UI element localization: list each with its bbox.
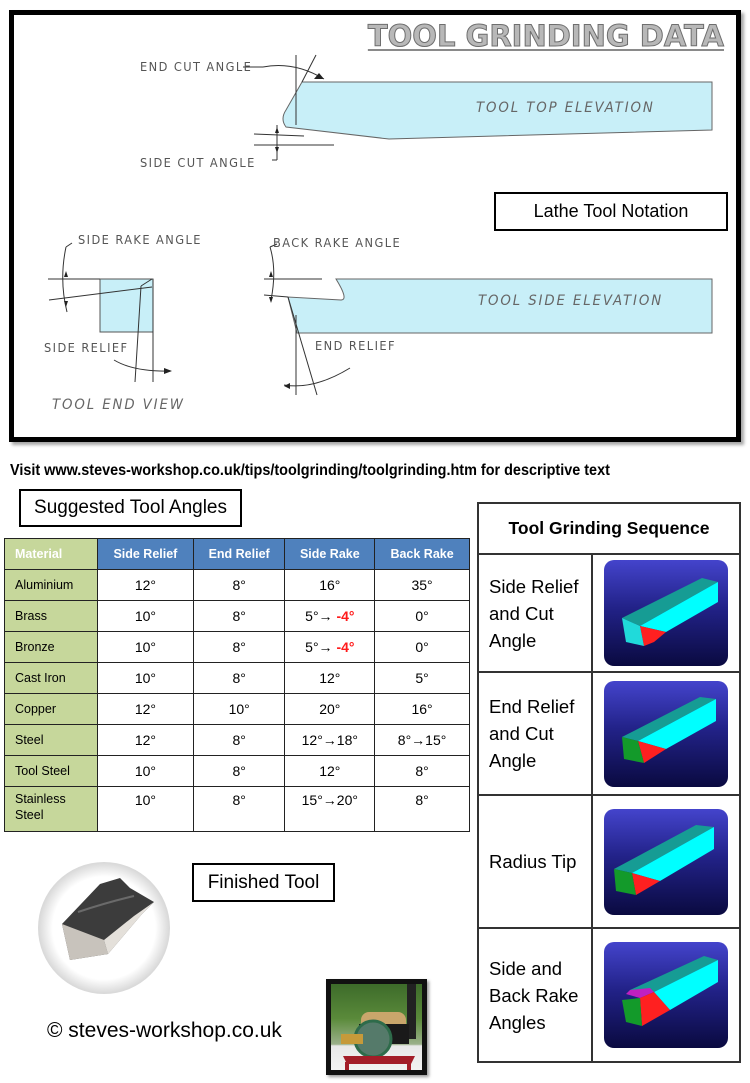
- finished-tool-label: Finished Tool: [192, 863, 335, 902]
- sequence-step: Side Relief and Cut Angle: [477, 553, 741, 673]
- side-relief-cell: 10°: [97, 662, 194, 694]
- sequence-step: End Relief and Cut Angle: [477, 671, 741, 796]
- side-rake-value: 12°: [319, 763, 341, 779]
- tool-side-elevation-label: TOOL SIDE ELEVATION: [478, 293, 664, 309]
- end-relief-label: END RELIEF: [315, 339, 396, 353]
- side-relief-cell: 10°: [97, 631, 194, 663]
- side-rake-cell: 20°: [284, 693, 376, 725]
- material-cell: Cast Iron: [4, 662, 98, 694]
- side-rake-cell: 5°→ -4°: [284, 631, 376, 663]
- side-relief-cell: 12°: [97, 724, 194, 756]
- material-cell: Copper: [4, 693, 98, 725]
- side-relief-cell: 12°: [97, 693, 194, 725]
- column-header-end-relief: End Relief: [192, 538, 286, 570]
- tool-angles-table: Material Side Relief End Relief Side Rak…: [4, 538, 470, 832]
- tool-blank-radius-tip-icon: [604, 808, 728, 915]
- sequence-step-label: End Relief and Cut Angle: [477, 671, 593, 796]
- material-cell: Bronze: [4, 631, 98, 663]
- sequence-step: Side and Back Rake Angles: [477, 927, 741, 1063]
- sequence-step: Radius Tip: [477, 794, 741, 929]
- back-rake-angle-label: BACK RAKE ANGLE: [273, 236, 402, 250]
- end-cut-angle-label: END CUT ANGLE: [140, 60, 253, 74]
- tool-blank-side-relief-icon: [604, 560, 728, 666]
- material-cell: Steel: [4, 724, 98, 756]
- side-cut-angle-label: SIDE CUT ANGLE: [140, 156, 256, 170]
- copyright-text: © steves-workshop.co.uk: [47, 1019, 282, 1042]
- side-rake-cell: 12°: [284, 755, 376, 787]
- table-row: Steel 12° 8° 12°→18° 8°→15°: [4, 724, 470, 756]
- end-relief-cell: 8°: [192, 631, 286, 663]
- end-relief-cell: 8°: [192, 569, 286, 601]
- side-rake-value: 5°→: [305, 639, 337, 655]
- sequence-step-label: Side Relief and Cut Angle: [477, 553, 593, 673]
- table-row: Stainless Steel 10° 8° 15°→20° 8°: [4, 786, 470, 832]
- side-rake-negative-value: -4°: [336, 608, 355, 624]
- side-rake-cell: 12°→18°: [284, 724, 376, 756]
- side-rake-cell: 15°→20°: [284, 786, 376, 832]
- column-header-material: Material: [4, 538, 98, 570]
- side-rake-value: 5°→: [305, 608, 337, 624]
- side-relief-cell: 12°: [97, 569, 194, 601]
- side-rake-value: 12°→18°: [301, 732, 358, 748]
- page-title: TOOL GRINDING DATA: [367, 19, 724, 54]
- table-row: Aluminium 12° 8° 16° 35°: [4, 569, 470, 601]
- tool-end-view-label: TOOL END VIEW: [52, 397, 185, 413]
- side-relief-label: SIDE RELIEF: [44, 341, 129, 355]
- side-rake-angle-label: SIDE RAKE ANGLE: [78, 233, 202, 247]
- material-cell: Stainless Steel: [4, 786, 98, 832]
- end-relief-cell: 8°: [192, 600, 286, 632]
- side-rake-cell: 12°: [284, 662, 376, 694]
- end-relief-cell: 8°: [192, 755, 286, 787]
- table-row: Brass 10° 8° 5°→ -4° 0°: [4, 600, 470, 632]
- finished-tool-photo: [38, 862, 170, 994]
- end-relief-cell: 8°: [192, 724, 286, 756]
- side-relief-cell: 10°: [97, 600, 194, 632]
- side-rake-value: 12°: [319, 670, 341, 686]
- sequence-step-label: Radius Tip: [477, 794, 593, 929]
- grinding-sequence-table: Tool Grinding Sequence Side Relief and C…: [477, 502, 741, 1063]
- tool-top-elevation-label: TOOL TOP ELEVATION: [476, 100, 655, 116]
- side-rake-value: 20°: [319, 701, 341, 717]
- end-relief-cell: 8°: [192, 786, 286, 832]
- lathe-tool-notation-label: Lathe Tool Notation: [494, 192, 728, 231]
- material-cell: Tool Steel: [4, 755, 98, 787]
- sequence-step-label: Side and Back Rake Angles: [477, 927, 593, 1063]
- side-rake-value: 16°: [319, 577, 341, 593]
- material-cell: Aluminium: [4, 569, 98, 601]
- back-rake-cell: 35°: [374, 569, 470, 601]
- tool-end-view-shape: [99, 278, 154, 333]
- side-rake-value: 15°→20°: [301, 792, 358, 808]
- side-relief-cell: 10°: [97, 786, 194, 832]
- table-row: Copper 12° 10° 20° 16°: [4, 693, 470, 725]
- table-row: Cast Iron 10° 8° 12° 5°: [4, 662, 470, 694]
- table-row: Bronze 10° 8° 5°→ -4° 0°: [4, 631, 470, 663]
- side-rake-negative-value: -4°: [336, 639, 355, 655]
- suggested-tool-angles-heading: Suggested Tool Angles: [19, 489, 242, 527]
- back-rake-cell: 0°: [374, 631, 470, 663]
- tool-blank-end-relief-icon: [604, 680, 728, 787]
- end-relief-cell: 10°: [192, 693, 286, 725]
- column-header-back-rake: Back Rake: [374, 538, 470, 570]
- steam-engine-photo: [326, 979, 427, 1075]
- back-rake-cell: 16°: [374, 693, 470, 725]
- back-rake-cell: 5°: [374, 662, 470, 694]
- back-rake-cell: 8°: [374, 786, 470, 832]
- side-rake-cell: 5°→ -4°: [284, 600, 376, 632]
- back-rake-cell: 8°: [374, 755, 470, 787]
- material-cell: Brass: [4, 600, 98, 632]
- tool-blank-rake-icon: [604, 942, 728, 1048]
- sequence-heading: Tool Grinding Sequence: [477, 502, 741, 555]
- column-header-side-relief: Side Relief: [97, 538, 194, 570]
- side-rake-cell: 16°: [284, 569, 376, 601]
- back-rake-cell: 8°→15°: [374, 724, 470, 756]
- table-row: Tool Steel 10° 8° 12° 8°: [4, 755, 470, 787]
- visit-website-text: Visit www.steves-workshop.co.uk/tips/too…: [10, 462, 610, 479]
- back-rake-cell: 0°: [374, 600, 470, 632]
- lathe-tool-diagram: TOOL GRINDING DATA END CUT ANGLE SIDE CU…: [9, 10, 741, 442]
- end-relief-cell: 8°: [192, 662, 286, 694]
- table-header-row: Material Side Relief End Relief Side Rak…: [4, 538, 470, 570]
- column-header-side-rake: Side Rake: [284, 538, 376, 570]
- side-relief-cell: 10°: [97, 755, 194, 787]
- sequence-header-row: Tool Grinding Sequence: [477, 502, 741, 555]
